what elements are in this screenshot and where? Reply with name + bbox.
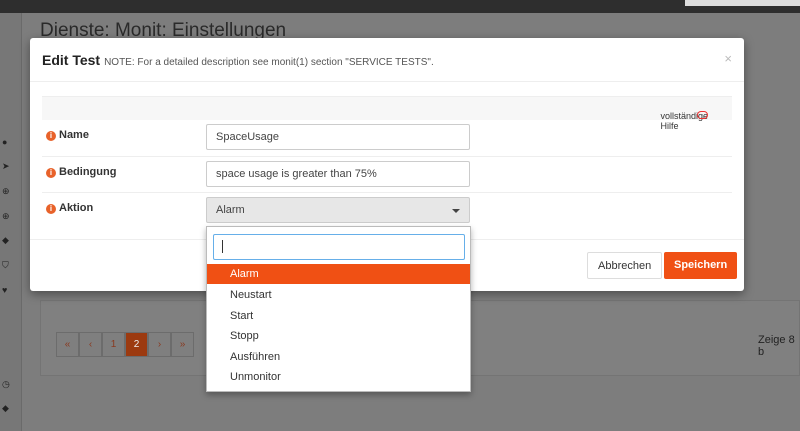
option-stopp[interactable]: Stopp [207, 326, 470, 346]
page-2[interactable]: 2 [125, 332, 148, 357]
toggle-icon[interactable] [697, 111, 708, 119]
modal-header: Edit Test NOTE: For a detailed descriptio… [30, 38, 744, 82]
info-icon[interactable]: i [46, 131, 56, 141]
action-label: i Aktion [46, 202, 93, 214]
action-select-value: Alarm [216, 204, 245, 216]
name-row: i Name SpaceUsage [42, 120, 732, 156]
action-row: i Aktion Alarm [42, 192, 732, 228]
page-1[interactable]: 1 [102, 332, 125, 357]
action-label-text: Aktion [59, 202, 94, 214]
help-bar: vollständige Hilfe [42, 96, 732, 131]
info-icon[interactable]: i [46, 204, 56, 214]
action-select[interactable]: Alarm [206, 197, 470, 223]
modal-title: Edit Test [42, 52, 101, 68]
clock-icon[interactable]: ◷ [2, 379, 12, 389]
caret-down-icon [452, 209, 460, 213]
name-label: i Name [46, 129, 89, 141]
option-alarm[interactable]: Alarm [207, 264, 470, 284]
top-bar [0, 0, 800, 13]
option-ausfuehren[interactable]: Ausführen [207, 347, 470, 367]
cancel-button[interactable]: Abbrechen [587, 252, 663, 279]
plus-circle-icon[interactable]: ⊕ [2, 211, 12, 221]
top-bar-control[interactable] [685, 0, 800, 6]
dropdown-search-input[interactable] [213, 234, 465, 260]
heartbeat-icon[interactable]: ♥ [2, 285, 12, 295]
plus-circle-icon[interactable]: ⊕ [2, 186, 12, 196]
pagination: « ‹ 1 2 › » [56, 332, 194, 357]
name-input[interactable]: SpaceUsage [206, 124, 470, 150]
condition-input[interactable]: space usage is greater than 75% [206, 161, 470, 187]
info-icon[interactable]: i [46, 168, 56, 178]
option-neustart[interactable]: Neustart [207, 285, 470, 305]
page-last[interactable]: » [171, 332, 194, 357]
tag-icon[interactable]: ◆ [2, 403, 12, 413]
tag-icon[interactable]: ◆ [2, 235, 12, 245]
modal-note: NOTE: For a detailed description see mon… [104, 57, 434, 68]
condition-label: i Bedingung [46, 166, 116, 178]
option-unmonitor[interactable]: Unmonitor [207, 367, 470, 387]
action-dropdown: Alarm Neustart Start Stopp Ausführen Unm… [206, 226, 471, 392]
option-start[interactable]: Start [207, 306, 470, 326]
condition-row: i Bedingung space usage is greater than 7… [42, 156, 732, 192]
send-icon[interactable]: ➤ [2, 161, 12, 171]
text-cursor [222, 240, 223, 253]
sidebar: ● ➤ ⊕ ⊕ ◆ ⛉ ♥ ◷ ◆ [0, 13, 22, 431]
condition-label-text: Bedingung [59, 166, 117, 178]
save-button[interactable]: Speichern [664, 252, 738, 279]
page-prev[interactable]: ‹ [79, 332, 102, 357]
pagination-status: Zeige 8 b [758, 334, 795, 358]
page-first[interactable]: « [56, 332, 79, 357]
close-icon[interactable]: × [724, 51, 732, 66]
page-next[interactable]: › [148, 332, 171, 357]
shield-icon[interactable]: ⛉ [2, 260, 12, 270]
name-label-text: Name [59, 129, 89, 141]
circle-icon[interactable]: ● [2, 137, 12, 147]
